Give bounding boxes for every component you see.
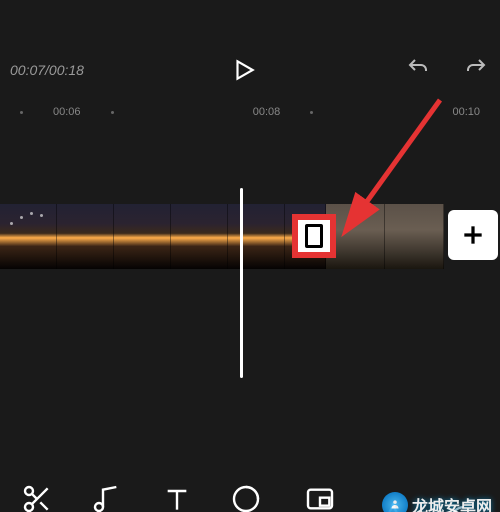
text-icon — [161, 483, 193, 512]
plus-icon — [460, 222, 486, 248]
sticker-icon — [230, 483, 262, 512]
play-icon — [231, 57, 257, 83]
tool-sticker[interactable]: 贴纸 — [230, 483, 262, 512]
undo-button[interactable] — [404, 56, 432, 85]
play-button[interactable] — [231, 57, 257, 83]
timeline[interactable] — [0, 188, 500, 388]
watermark-logo-icon — [382, 492, 408, 512]
redo-icon — [462, 56, 490, 80]
transition-button[interactable] — [292, 214, 336, 258]
clip-thumbnail[interactable] — [171, 204, 228, 269]
clip-thumbnail[interactable] — [385, 204, 444, 269]
tool-audio[interactable]: 音频 — [91, 483, 123, 512]
playback-bar: 00:07/00:18 — [0, 40, 500, 100]
tool-cut[interactable]: 剪辑 — [21, 483, 53, 512]
clip-thumbnail[interactable] — [114, 204, 171, 269]
add-clip-button[interactable] — [448, 210, 498, 260]
clip-thumbnail[interactable] — [57, 204, 114, 269]
redo-button[interactable] — [462, 56, 490, 85]
scissors-icon — [21, 483, 53, 512]
clip-track[interactable] — [0, 204, 500, 269]
transition-icon — [305, 224, 323, 248]
history-controls — [404, 56, 490, 85]
tool-text[interactable]: 文本 — [161, 483, 193, 512]
timecode: 00:07/00:18 — [10, 62, 84, 78]
pip-icon — [304, 483, 336, 512]
clip-thumbnail[interactable] — [0, 204, 57, 269]
watermark: 龙城安卓网 — [382, 492, 492, 512]
tick-label: 00:08 — [253, 106, 281, 118]
playhead[interactable] — [240, 188, 243, 378]
tick-label: 00:06 — [53, 106, 81, 118]
clip-thumbnail[interactable] — [228, 204, 285, 269]
watermark-text: 龙城安卓网 — [412, 493, 492, 512]
tool-pip[interactable]: 画中画 — [300, 483, 339, 512]
undo-icon — [404, 56, 432, 80]
tick-label: 00:10 — [452, 106, 480, 118]
music-note-icon — [91, 483, 123, 512]
timeline-ruler: 00:06 00:08 00:10 — [0, 106, 500, 118]
